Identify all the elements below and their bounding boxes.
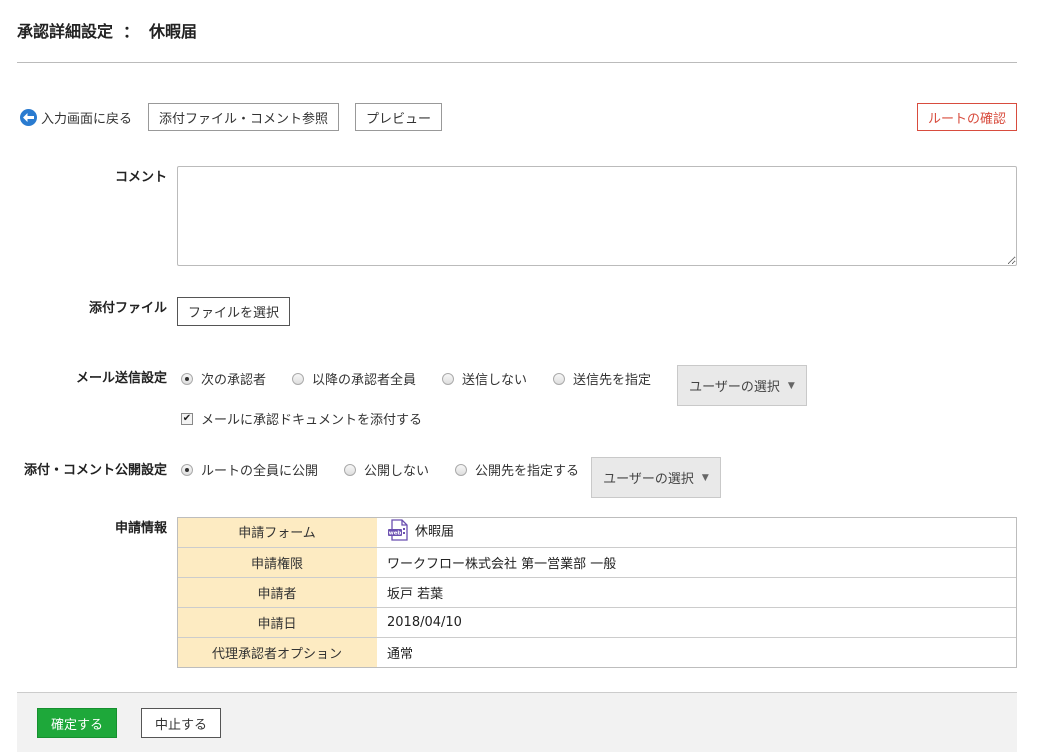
choose-file-button[interactable]: ファイルを選択 (177, 297, 290, 326)
info-value: 通常 (387, 646, 414, 662)
checkbox[interactable]: ✔ (181, 412, 193, 425)
back-link-label: 入力画面に戻る (41, 111, 133, 127)
radio-button[interactable] (181, 463, 193, 476)
attach-document-option[interactable]: ✔ メールに承認ドキュメントを添付する (181, 409, 422, 428)
radio-label: 送信しない (462, 373, 528, 388)
table-row: 申請日 2018/04/10 (177, 607, 1017, 638)
info-key: 申請権限 (177, 547, 377, 578)
comment-label: コメント (114, 170, 167, 185)
arrow-left-icon (20, 108, 37, 126)
info-value: 2018/04/10 (377, 607, 1017, 638)
radio-button[interactable] (181, 372, 193, 385)
preview-button[interactable]: プレビュー (355, 103, 442, 131)
title-separator: ： (123, 22, 140, 41)
attach-document-label: メールに承認ドキュメントを添付する (201, 413, 423, 428)
user-select-label: ユーザーの選択 (603, 472, 694, 487)
mail-radio-group: 次の承認者 以降の承認者全員 送信しない 送信先を指定 (181, 369, 677, 388)
mail-option-next-approver[interactable]: 次の承認者 (181, 369, 266, 388)
radio-button[interactable] (455, 463, 468, 476)
web-form-icon: web (387, 519, 409, 545)
radio-button[interactable] (553, 372, 566, 385)
comment-input[interactable] (177, 166, 1017, 266)
triangle-down-icon: ▼ (787, 380, 795, 391)
attachment-label: 添付ファイル (88, 301, 167, 316)
mail-option-none[interactable]: 送信しない (442, 369, 527, 388)
mail-option-all-subsequent[interactable]: 以降の承認者全員 (292, 369, 416, 388)
page-title-text: 承認詳細設定 (17, 22, 114, 41)
confirm-button[interactable]: 確定する (37, 708, 117, 738)
page-subtitle: 休暇届 (149, 22, 198, 41)
mail-user-select-dropdown[interactable]: ユーザーの選択 ▼ (677, 365, 807, 406)
radio-label: ルートの全員に公開 (201, 464, 319, 479)
application-info-label: 申請情報 (114, 521, 167, 536)
publish-option-none[interactable]: 公開しない (344, 460, 429, 479)
user-select-label: ユーザーの選択 (689, 380, 780, 395)
mail-settings-label: メール送信設定 (75, 371, 167, 386)
table-row: 申請権限 ワークフロー株式会社 第一営業部 一般 (177, 547, 1017, 578)
info-value: 坂戸 若葉 (377, 577, 1017, 608)
table-row: 申請フォーム web 休暇届 (177, 517, 1017, 548)
table-row: 申請者 坂戸 若葉 (177, 577, 1017, 608)
info-key: 申請フォーム (177, 517, 377, 548)
application-info-table: 申請フォーム web 休暇届 申請権限 ワークフロー株式会社 第一営業部 一般 … (177, 517, 1017, 667)
radio-button[interactable] (442, 372, 455, 385)
radio-label: 以降の承認者全員 (312, 373, 417, 388)
cancel-button[interactable]: 中止する (141, 708, 221, 738)
info-key: 代理承認者オプション (177, 637, 377, 667)
back-to-input-link[interactable]: 入力画面に戻る (20, 107, 132, 127)
radio-label: 公開先を指定する (475, 464, 580, 479)
radio-button[interactable] (292, 372, 305, 385)
title-divider (17, 62, 1017, 63)
info-value: ワークフロー株式会社 第一営業部 一般 (377, 547, 1017, 578)
radio-button[interactable] (344, 463, 357, 476)
mail-option-specify[interactable]: 送信先を指定 (553, 369, 651, 388)
radio-label: 送信先を指定 (573, 373, 652, 388)
table-row: 代理承認者オプション 通常 (177, 637, 1017, 667)
attachments-comments-button[interactable]: 添付ファイル・コメント参照 (148, 103, 339, 131)
info-value-cell: web 休暇届 (377, 517, 1017, 548)
publish-radio-group: ルートの全員に公開 公開しない 公開先を指定する (181, 460, 605, 479)
radio-label: 次の承認者 (201, 373, 267, 388)
radio-label: 公開しない (364, 464, 430, 479)
publish-option-specify[interactable]: 公開先を指定する (455, 460, 579, 479)
publish-settings-label: 添付・コメント公開設定 (23, 463, 167, 478)
triangle-down-icon: ▼ (701, 472, 709, 483)
info-value: 休暇届 (415, 524, 455, 540)
page-title: 承認詳細設定 ： 休暇届 (17, 18, 197, 42)
publish-user-select-dropdown[interactable]: ユーザーの選択 ▼ (591, 457, 721, 498)
publish-option-all-route[interactable]: ルートの全員に公開 (181, 460, 318, 479)
svg-text:web: web (389, 530, 402, 536)
info-key: 申請日 (177, 607, 377, 638)
info-key: 申請者 (177, 577, 377, 608)
route-confirm-button[interactable]: ルートの確認 (917, 103, 1017, 131)
